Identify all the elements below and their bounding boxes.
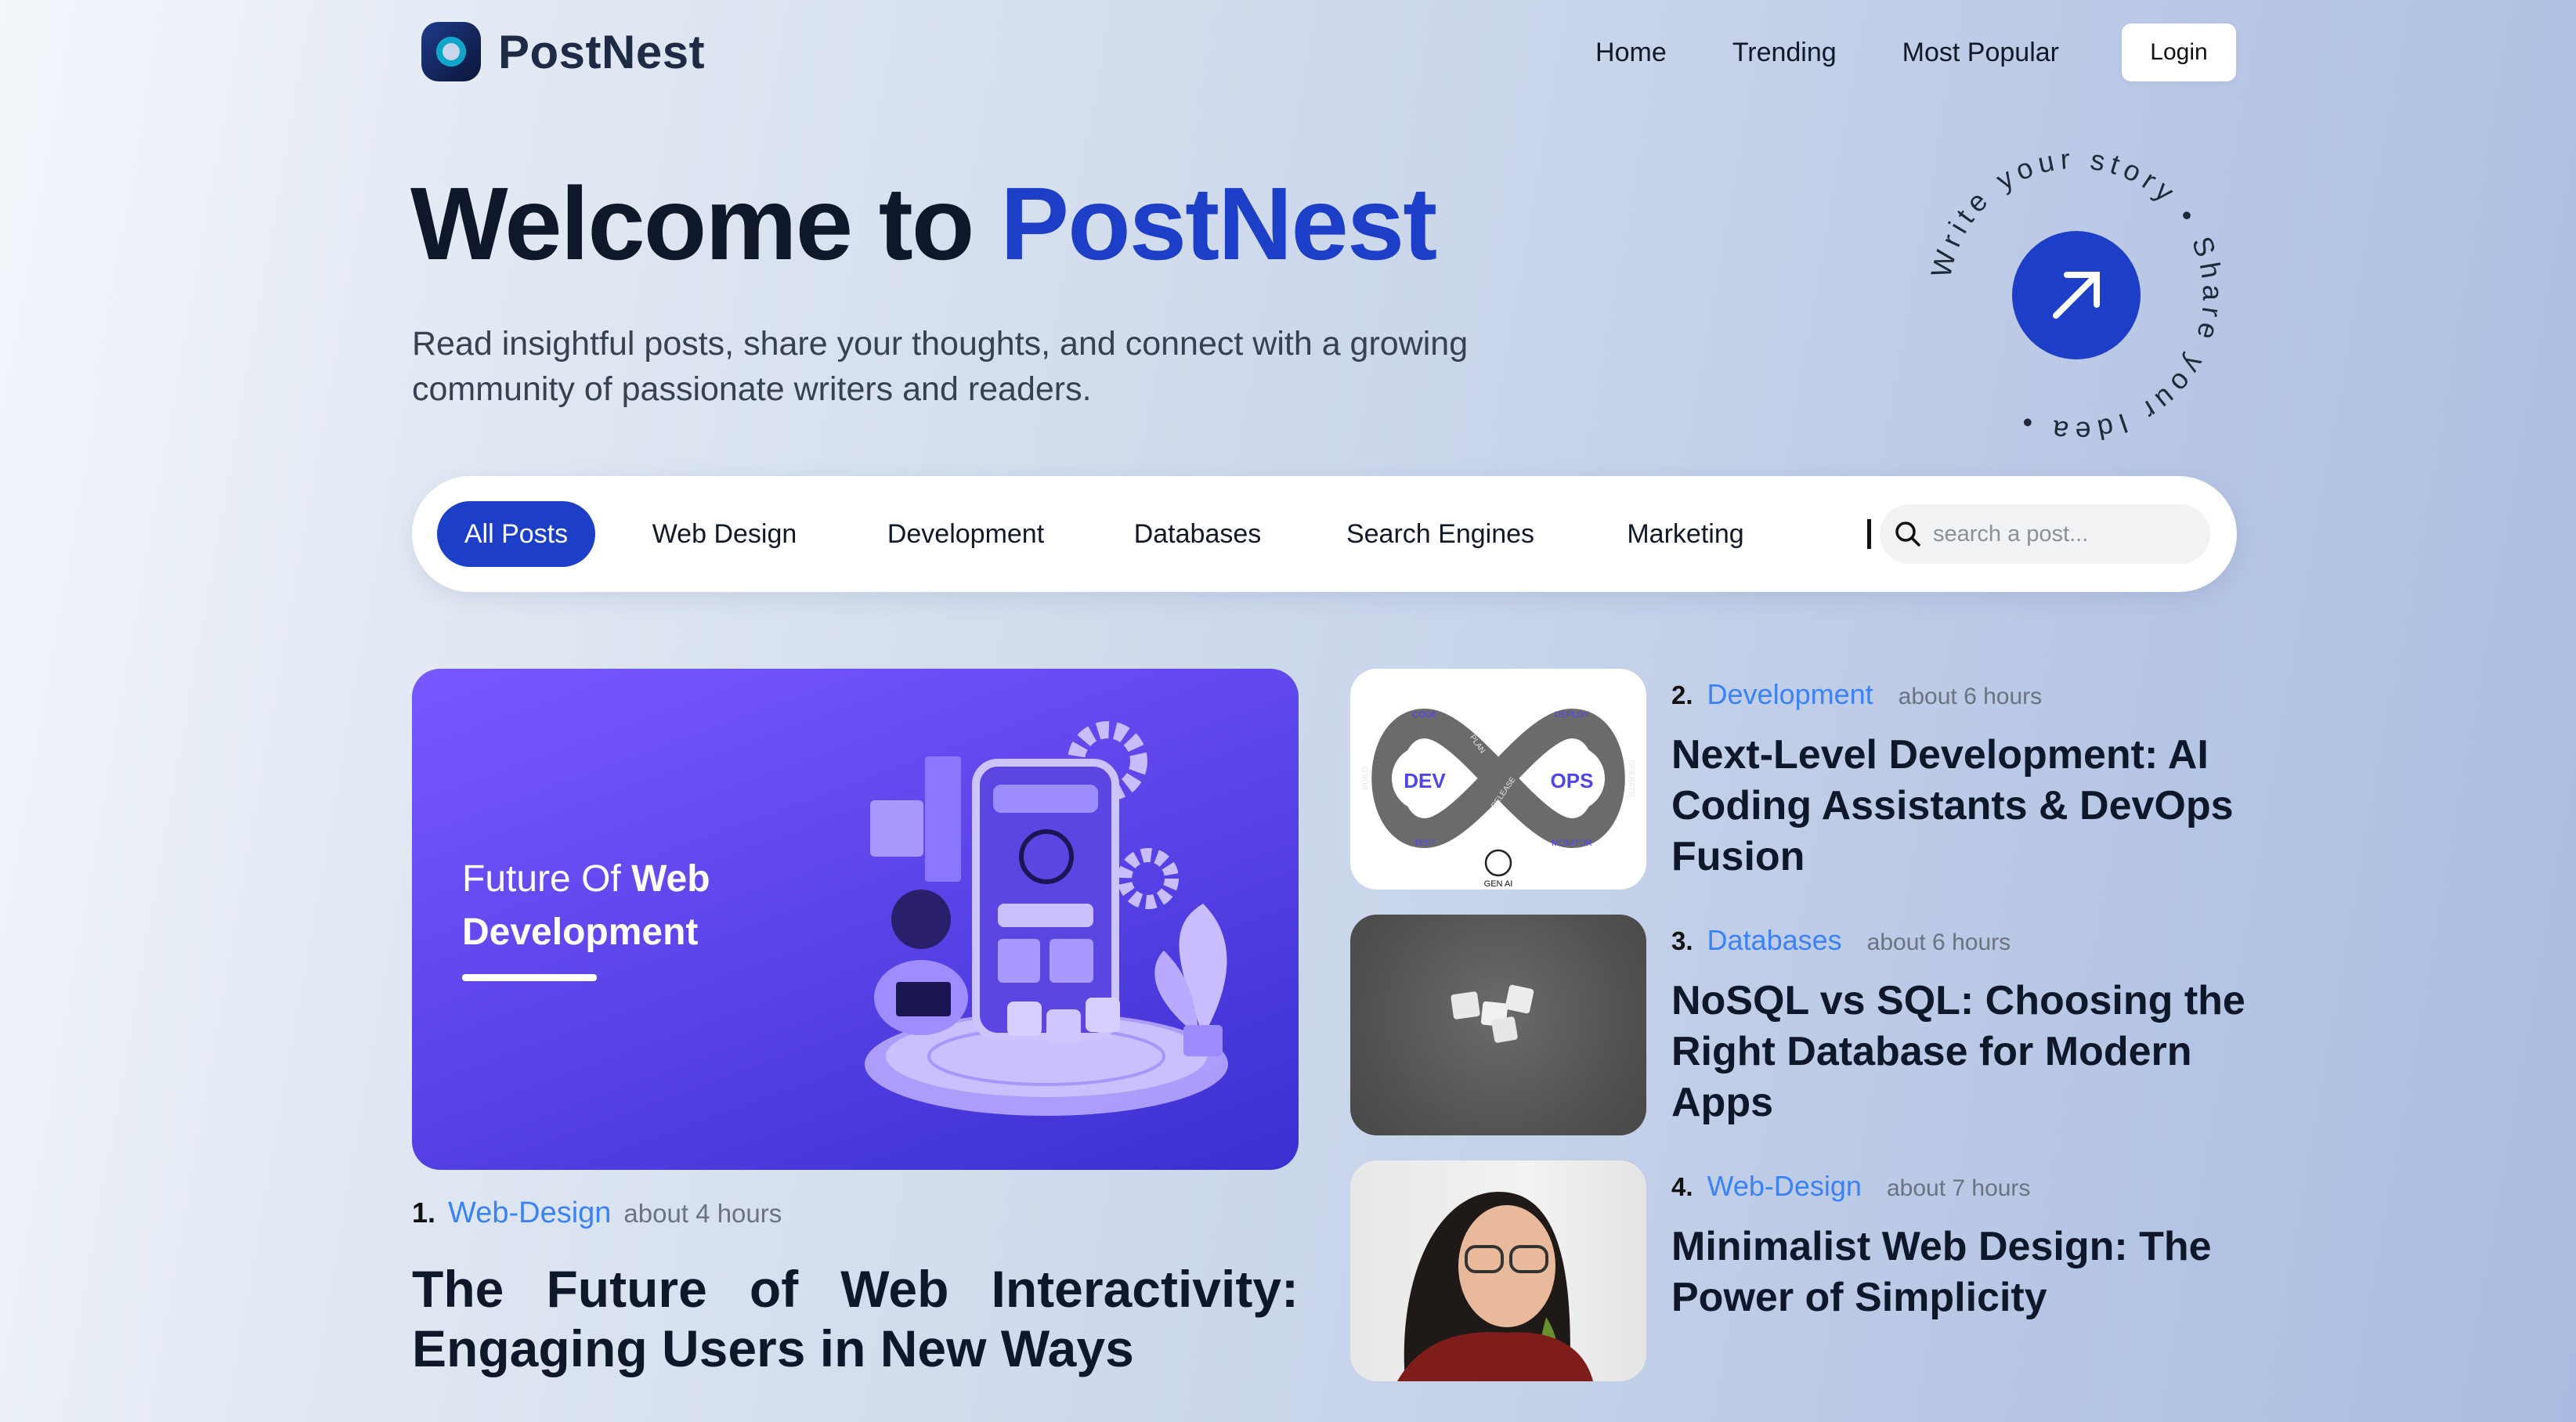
featured-post-image[interactable]: Future Of Web Development [412, 669, 1299, 1170]
filter-divider [1867, 519, 1871, 549]
post-number: 2. [1671, 680, 1693, 709]
post-meta: 3. Databases about 6 hours [1671, 924, 2011, 957]
nav-most-popular-link[interactable]: Most Popular [1902, 38, 2059, 68]
featured-post-number: 1. [412, 1196, 436, 1229]
devops-gen-ai-label: GEN AI [1484, 879, 1513, 889]
post-time: about 6 hours [1898, 684, 2043, 709]
devops-dev-label: DEV [1404, 769, 1446, 792]
post-title[interactable]: Minimalist Web Design: The Power of Simp… [1671, 1222, 2251, 1323]
post-category-link[interactable]: Development [1707, 678, 1873, 711]
featured-post-category-link[interactable]: Web-Design [448, 1196, 611, 1230]
filter-databases[interactable]: Databases [1115, 501, 1280, 567]
featured-post-meta: 1. Web-Design about 4 hours [412, 1196, 782, 1230]
post-meta: 2. Development about 6 hours [1671, 678, 2042, 711]
post-thumbnail-web-design[interactable] [1350, 1160, 1646, 1381]
post-meta: 4. Web-Design about 7 hours [1671, 1170, 2030, 1203]
hero-title-prefix: Welcome to [410, 166, 1001, 281]
brand-logo[interactable]: PostNest [421, 22, 705, 81]
devops-monitor-label: MONITOR [1552, 839, 1592, 848]
devops-infinity-diagram: DEV OPS CODE DEPLOY TEST MONITOR BUILD O… [1361, 708, 1635, 889]
post-card[interactable]: DEV OPS CODE DEPLOY TEST MONITOR BUILD O… [1350, 669, 2235, 890]
category-filter-bar: All Posts Web Design Development Databas… [412, 476, 2237, 592]
devops-operate-label: OPERATE [1627, 760, 1635, 796]
web-development-illustration [865, 721, 1228, 1116]
filter-web-design[interactable]: Web Design [634, 501, 815, 567]
devops-ops-label: OPS [1551, 769, 1594, 792]
post-category-link[interactable]: Databases [1707, 924, 1842, 957]
post-card[interactable]: 4. Web-Design about 7 hours Minimalist W… [1350, 1160, 2235, 1381]
hero-subtitle: Read insightful posts, share your though… [412, 325, 1469, 408]
post-title[interactable]: NoSQL vs SQL: Choosing the Right Databas… [1671, 976, 2251, 1128]
devops-code-label: CODE [1412, 710, 1437, 720]
hero-title: Welcome to PostNest [410, 164, 1437, 283]
postnest-logo-icon [421, 22, 481, 81]
post-category-link[interactable]: Web-Design [1707, 1170, 1862, 1203]
featured-post-time: about 4 hours [623, 1199, 782, 1228]
login-button[interactable]: Login [2122, 23, 2236, 81]
write-story-badge[interactable]: Write your story • Share your Idea • [1916, 135, 2237, 456]
scrabble-tiles-image [1451, 984, 1534, 1043]
post-time: about 6 hours [1866, 929, 2011, 955]
devops-build-label: BUILD [1361, 767, 1370, 789]
brand-name: PostNest [498, 25, 706, 78]
search-input[interactable] [1933, 521, 2191, 547]
nav-home-link[interactable]: Home [1595, 38, 1667, 68]
post-thumbnail-devops[interactable]: DEV OPS CODE DEPLOY TEST MONITOR BUILD O… [1350, 669, 1646, 890]
nav-trending-link[interactable]: Trending [1732, 38, 1837, 68]
post-time: about 7 hours [1886, 1175, 2031, 1201]
post-number: 3. [1671, 926, 1693, 955]
filter-marketing[interactable]: Marketing [1599, 501, 1772, 567]
post-number: 4. [1671, 1172, 1693, 1201]
portrait-photo [1397, 1192, 1593, 1381]
post-card[interactable]: 3. Databases about 6 hours NoSQL vs SQL:… [1350, 915, 2245, 1135]
search-icon [1895, 522, 1920, 547]
search-box [1880, 504, 2210, 564]
devops-deploy-label: DEPLOY [1555, 710, 1590, 720]
filter-search-engines[interactable]: Search Engines [1327, 501, 1554, 567]
post-title[interactable]: Next-Level Development: AI Coding Assist… [1671, 730, 2251, 882]
devops-test-label: TEST [1414, 839, 1436, 848]
post-thumbnail-databases[interactable] [1350, 915, 1646, 1135]
main-nav: Home Trending Most Popular Login [1595, 23, 2236, 81]
hero-title-accent: PostNest [1000, 166, 1437, 281]
filter-all-posts[interactable]: All Posts [437, 501, 595, 567]
featured-post-title[interactable]: The Future of Web Interactivity: Engagin… [412, 1259, 1299, 1378]
filter-development[interactable]: Development [869, 501, 1062, 567]
